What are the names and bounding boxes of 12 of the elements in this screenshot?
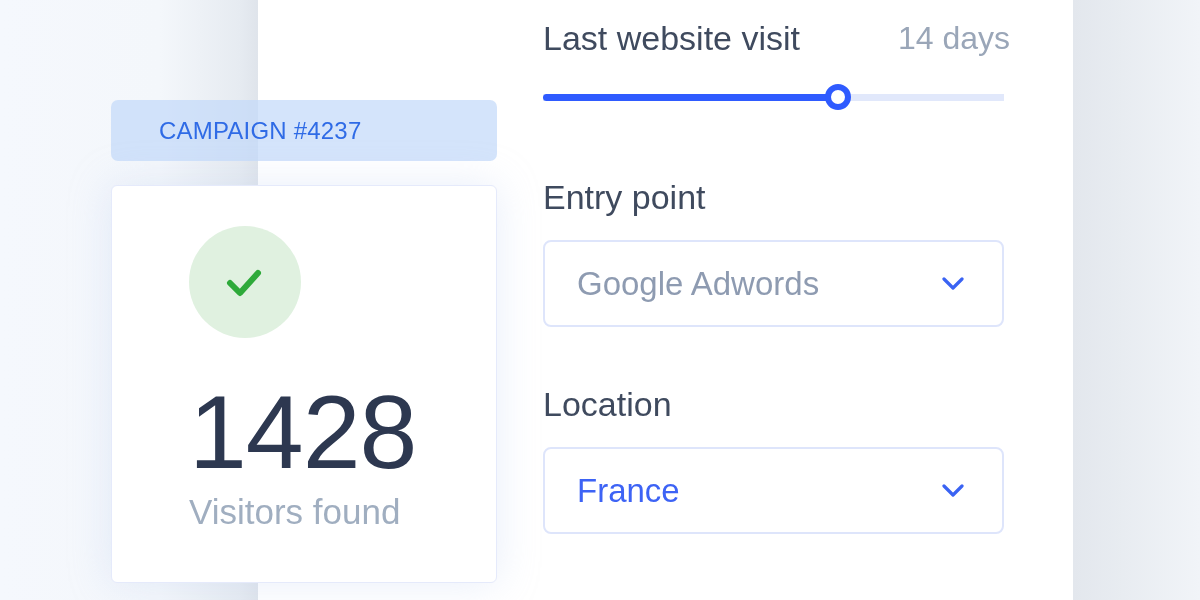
slider-thumb[interactable] [825, 84, 852, 110]
dropdown-field[interactable]: France [543, 447, 1004, 534]
filter-label: Location [543, 384, 672, 424]
chevron-down-icon [942, 484, 964, 497]
chevron-down-icon [942, 277, 964, 290]
dropdown-field[interactable]: Google Adwords [543, 240, 1004, 327]
slider-reading: 14 days [897, 19, 1010, 58]
campaign-badge: CAMPAIGN #4237 [111, 100, 497, 161]
count-caption: Visitors found [189, 492, 401, 532]
visitor-count: 1428 [189, 382, 417, 482]
filter-label: Entry point [543, 177, 706, 217]
filter-label: Last website visit [543, 18, 800, 58]
